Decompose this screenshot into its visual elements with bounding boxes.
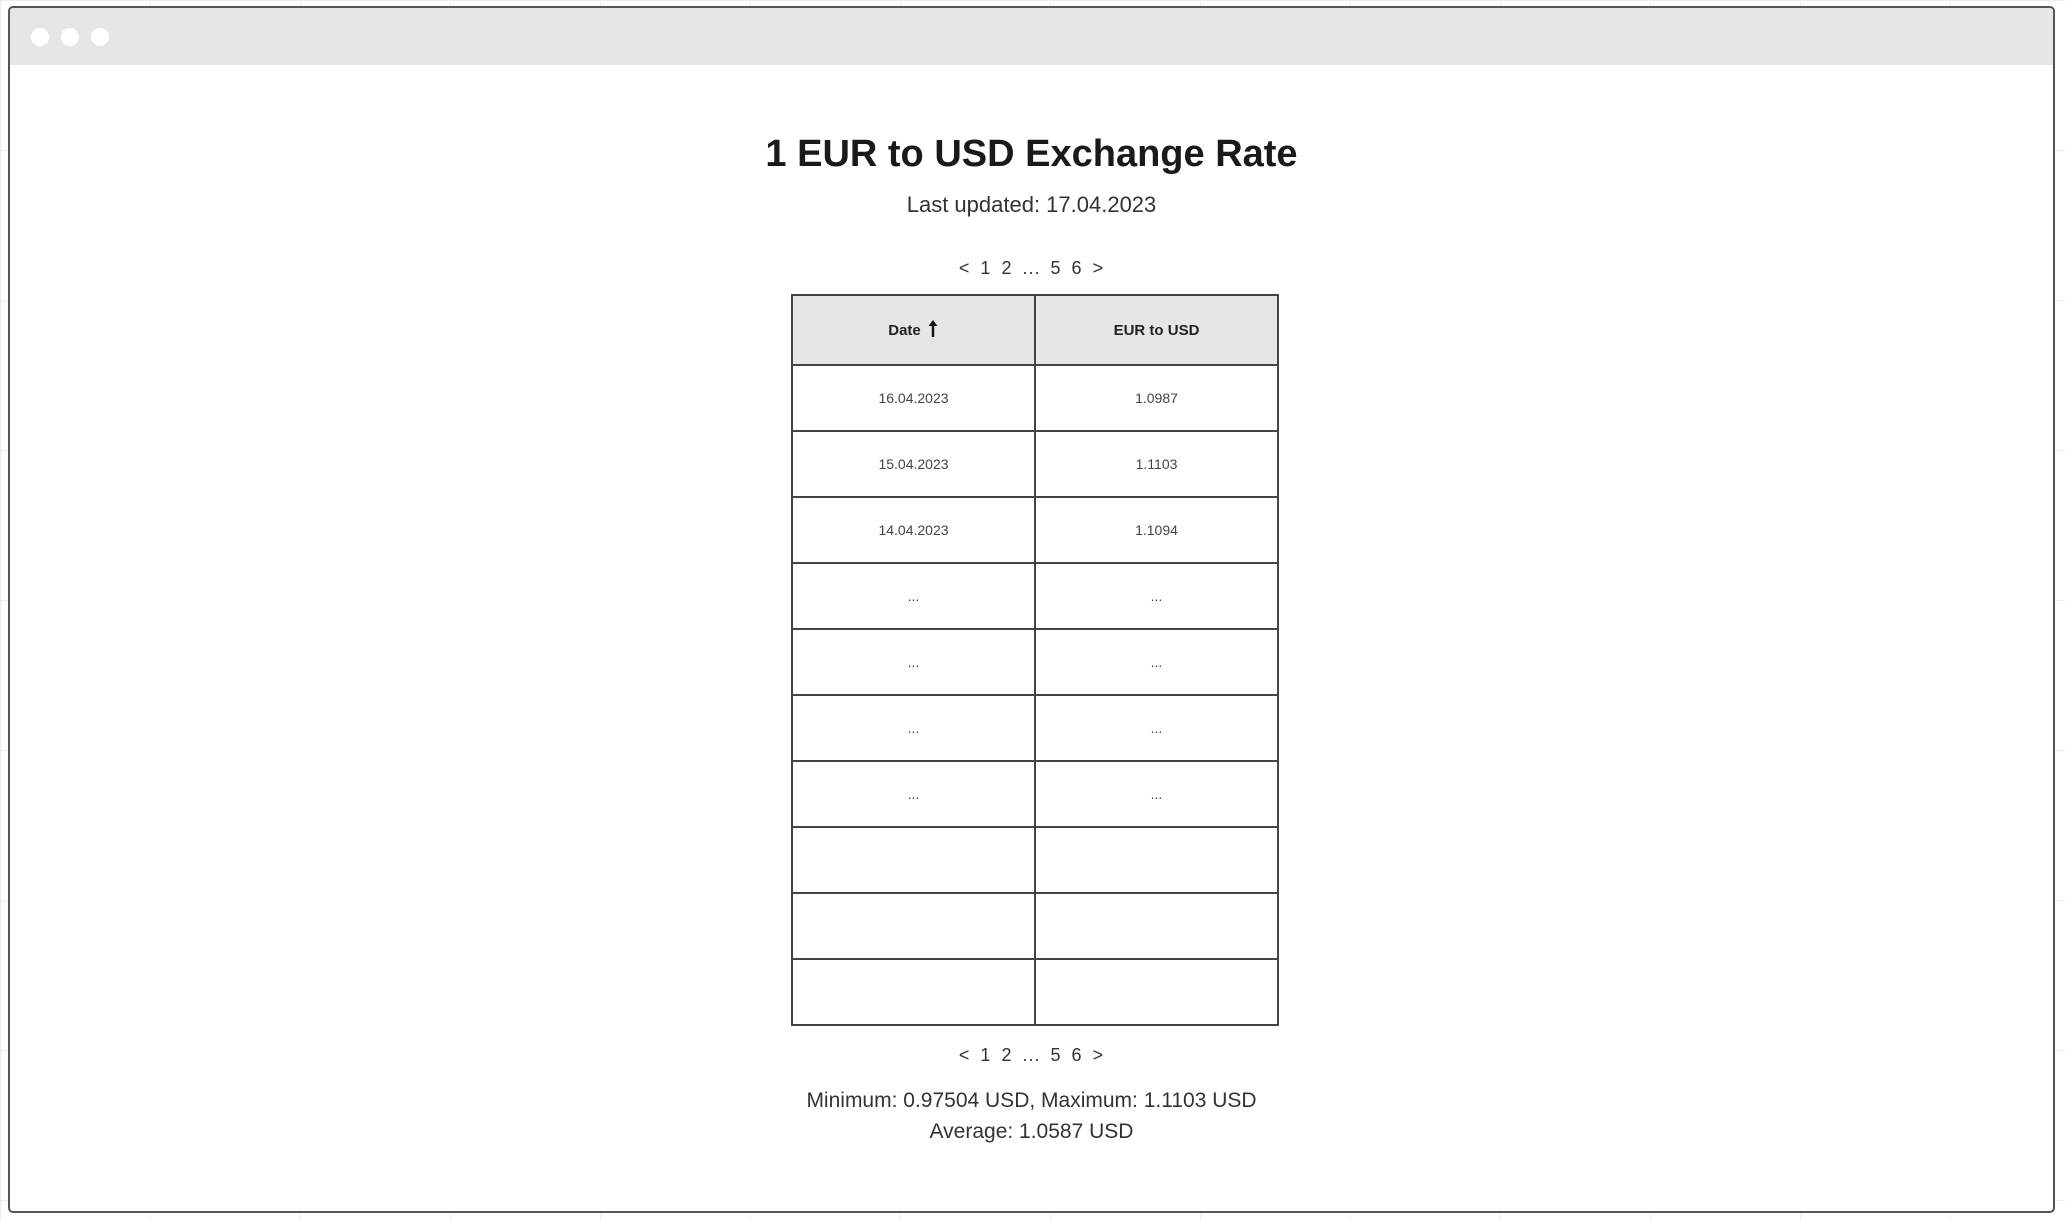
pagination-page-5[interactable]: 5 [1049,258,1064,278]
date-cell: 15.04.2023 [791,430,1036,498]
table-row: 16.04.2023 1.0987 [791,364,1279,432]
pagination-page-1[interactable]: 1 [978,1045,993,1065]
pagination-top: < 1 2 ... 5 6 > [10,258,2053,279]
pagination-page-5[interactable]: 5 [1049,1045,1064,1065]
rate-cell: ... [1034,760,1279,828]
rate-cell [1034,892,1279,960]
rate-statistics: Minimum: 0.97504 USD, Maximum: 1.1103 US… [10,1085,2053,1147]
eur-to-usd-column-header[interactable]: EUR to USD [1034,294,1279,366]
date-cell: ... [791,760,1036,828]
pagination-prev-link[interactable]: < [957,258,973,278]
date-cell [791,958,1036,1026]
rate-cell: 1.1094 [1034,496,1279,564]
table-row [791,958,1279,1026]
eur-to-usd-header-label: EUR to USD [1113,321,1200,339]
rate-cell: 1.0987 [1034,364,1279,432]
average-text: Average: 1.0587 USD [929,1120,1134,1143]
pagination-page-2[interactable]: 2 [999,1045,1014,1065]
date-cell [791,892,1036,960]
table-row: ... ... [791,628,1279,696]
table-row: ... ... [791,760,1279,828]
rate-cell [1034,958,1279,1026]
window-titlebar [10,8,2053,65]
date-cell: ... [791,562,1036,630]
arrow-up-icon[interactable] [927,319,939,342]
min-max-text: Minimum: 0.97504 USD, Maximum: 1.1103 US… [806,1089,1257,1112]
pagination-bottom: < 1 2 ... 5 6 > [10,1045,2053,1066]
table-row: ... ... [791,694,1279,762]
pagination-next-link[interactable]: > [1091,258,1107,278]
pagination-next-link[interactable]: > [1091,1045,1107,1065]
date-header-label: Date [888,321,921,339]
rate-cell: ... [1034,694,1279,762]
pagination-prev-link[interactable]: < [957,1045,973,1065]
table-row: ... ... [791,562,1279,630]
rate-cell: ... [1034,628,1279,696]
rate-cell [1034,826,1279,894]
window-close-dot[interactable] [31,28,49,46]
rate-cell: ... [1034,562,1279,630]
window-maximize-dot[interactable] [91,28,109,46]
exchange-rate-table: Date EUR to USD 16.04.2023 1.0987 15.04.… [791,294,1279,1026]
pagination-ellipsis: ... [1022,1045,1041,1065]
pagination-page-6[interactable]: 6 [1070,258,1085,278]
table-row [791,892,1279,960]
pagination-page-1[interactable]: 1 [978,258,993,278]
table-row: 15.04.2023 1.1103 [791,430,1279,498]
date-cell [791,826,1036,894]
page-title: 1 EUR to USD Exchange Rate [765,133,1298,175]
last-updated-text: Last updated: 17.04.2023 [906,192,1157,217]
pagination-ellipsis: ... [1022,258,1041,278]
table-header-row: Date EUR to USD [791,294,1279,366]
pagination-page-2[interactable]: 2 [999,258,1014,278]
exchange-rate-table-wrapper: Date EUR to USD 16.04.2023 1.0987 15.04.… [791,294,1279,1026]
page-content: 1 EUR to USD Exchange Rate Last updated:… [10,65,2053,1211]
date-cell: ... [791,628,1036,696]
rate-cell: 1.1103 [1034,430,1279,498]
browser-window: 1 EUR to USD Exchange Rate Last updated:… [8,6,2055,1213]
date-cell: 14.04.2023 [791,496,1036,564]
pagination-page-6[interactable]: 6 [1070,1045,1085,1065]
date-column-header[interactable]: Date [791,294,1036,366]
date-cell: ... [791,694,1036,762]
window-minimize-dot[interactable] [61,28,79,46]
table-row [791,826,1279,894]
table-row: 14.04.2023 1.1094 [791,496,1279,564]
date-cell: 16.04.2023 [791,364,1036,432]
